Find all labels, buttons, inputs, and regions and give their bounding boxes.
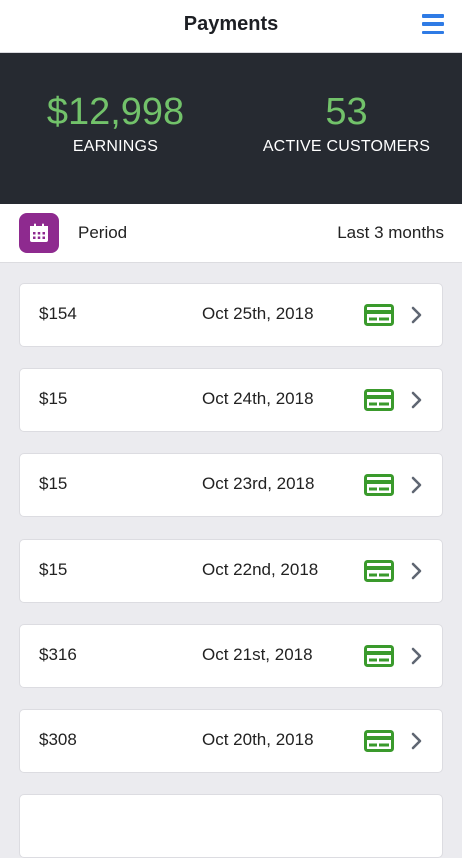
- credit-card-icon: [364, 560, 394, 582]
- chevron-right-icon: [411, 732, 422, 750]
- credit-card-icon: [364, 645, 394, 667]
- active-customers-value: 53: [325, 91, 368, 133]
- earnings-label: EARNINGS: [72, 138, 159, 155]
- payment-date: Oct 23rd, 2018: [202, 474, 315, 493]
- payment-row[interactable]: [19, 794, 443, 858]
- active-customers-label: ACTIVE CUSTOMERS: [262, 138, 431, 155]
- payment-row[interactable]: $15 Oct 22nd, 2018: [19, 539, 443, 603]
- stats-panel: $12,998 EARNINGS 53 ACTIVE CUSTOMERS: [0, 53, 462, 204]
- calendar-icon: [19, 213, 59, 253]
- payment-amount: $15: [39, 474, 68, 493]
- payment-amount: $154: [39, 304, 77, 323]
- page-title: Payments: [183, 13, 279, 35]
- chevron-right-icon: [411, 306, 422, 324]
- hamburger-menu-icon[interactable]: [422, 14, 444, 34]
- payment-amount: $15: [39, 389, 68, 408]
- credit-card-icon: [364, 474, 394, 496]
- earnings-value: $12,998: [46, 91, 185, 133]
- payment-date: Oct 21st, 2018: [202, 645, 313, 664]
- payment-row[interactable]: $15 Oct 23rd, 2018: [19, 453, 443, 517]
- chevron-right-icon: [411, 647, 422, 665]
- payment-row[interactable]: $15 Oct 24th, 2018: [19, 368, 443, 432]
- payment-date: Oct 20th, 2018: [202, 730, 314, 749]
- payment-row[interactable]: $308 Oct 20th, 2018: [19, 709, 443, 773]
- earnings-stat: $12,998 EARNINGS: [0, 53, 231, 156]
- payment-date: Oct 25th, 2018: [202, 304, 314, 323]
- chevron-right-icon: [411, 476, 422, 494]
- active-customers-stat: 53 ACTIVE CUSTOMERS: [231, 53, 462, 156]
- credit-card-icon: [364, 389, 394, 411]
- payment-amount: $316: [39, 645, 77, 664]
- credit-card-icon: [364, 304, 394, 326]
- payment-date: Oct 24th, 2018: [202, 389, 314, 408]
- chevron-right-icon: [411, 562, 422, 580]
- payment-amount: $308: [39, 730, 77, 749]
- payment-row[interactable]: $316 Oct 21st, 2018: [19, 624, 443, 688]
- chevron-right-icon: [411, 391, 422, 409]
- top-bar: Payments: [0, 0, 462, 53]
- payment-amount: $15: [39, 560, 68, 579]
- payment-row[interactable]: $154 Oct 25th, 2018: [19, 283, 443, 347]
- credit-card-icon: [364, 730, 394, 752]
- period-label: Period: [78, 223, 128, 242]
- payment-date: Oct 22nd, 2018: [202, 560, 319, 579]
- period-selector[interactable]: Period Last 3 months: [0, 204, 462, 263]
- period-value: Last 3 months: [337, 223, 444, 242]
